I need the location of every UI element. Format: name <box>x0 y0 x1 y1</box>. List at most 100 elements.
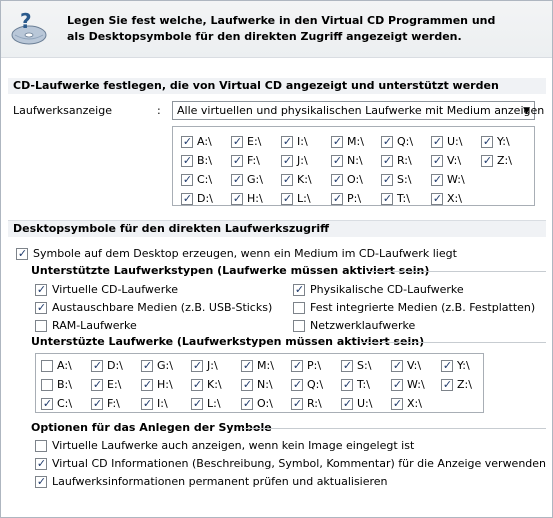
cd-drive-z-checkbox[interactable]: ✓ <box>481 154 493 167</box>
desktop-drive-b-label[interactable]: B:\ <box>57 378 72 392</box>
desktop-drive-w-label[interactable]: W:\ <box>407 378 425 392</box>
desktop-drive-d-label[interactable]: D:\ <box>107 359 123 373</box>
symbol-option-2-label[interactable]: Virtual CD Informationen (Beschreibung, … <box>52 457 546 471</box>
symbol-option-1-label[interactable]: Virtuelle Laufwerke auch anzeigen, wenn … <box>52 439 414 453</box>
desktop-drive-v-label[interactable]: V:\ <box>407 359 421 373</box>
drive-type-ram-laufwerke-label[interactable]: RAM-Laufwerke <box>52 319 137 333</box>
desktop-drive-o-label[interactable]: O:\ <box>257 397 273 411</box>
desktop-drive-j-label[interactable]: J:\ <box>207 359 218 373</box>
desktop-drive-c-checkbox[interactable]: ✓ <box>41 397 53 410</box>
cd-drive-m-label[interactable]: M:\ <box>347 135 364 149</box>
cd-drive-v-label[interactable]: V:\ <box>447 154 461 168</box>
cd-drive-o-checkbox[interactable]: ✓ <box>331 173 343 186</box>
cd-drive-u-checkbox[interactable]: ✓ <box>431 135 443 148</box>
drive-type-virtuelle-cd-laufwerke-checkbox[interactable]: ✓ <box>35 283 47 296</box>
cd-drive-y-checkbox[interactable]: ✓ <box>481 135 493 148</box>
drive-type-fest-integrierte-medien-z-b-festplatten-label[interactable]: Fest integrierte Medien (z.B. Festplatte… <box>310 301 535 315</box>
desktop-drive-q-label[interactable]: Q:\ <box>307 378 323 392</box>
cd-drive-s-label[interactable]: S:\ <box>397 173 411 187</box>
desktop-drive-t-checkbox[interactable]: ✓ <box>341 378 353 391</box>
desktop-drive-z-checkbox[interactable]: ✓ <box>441 378 453 391</box>
cd-drive-u-label[interactable]: U:\ <box>447 135 462 149</box>
desktop-drive-f-checkbox[interactable]: ✓ <box>91 397 103 410</box>
desktop-drive-h-label[interactable]: H:\ <box>157 378 173 392</box>
desktop-drive-i-checkbox[interactable]: ✓ <box>141 397 153 410</box>
desktop-drive-x-checkbox[interactable]: ✓ <box>391 397 403 410</box>
chevron-down-icon[interactable]: ▼ <box>523 105 530 117</box>
desktop-drive-b-checkbox[interactable] <box>41 379 53 391</box>
cd-drive-j-checkbox[interactable]: ✓ <box>281 154 293 167</box>
cd-drive-n-label[interactable]: N:\ <box>347 154 363 168</box>
cd-drive-g-checkbox[interactable]: ✓ <box>231 173 243 186</box>
desktop-drive-x-label[interactable]: X:\ <box>407 397 422 411</box>
desktop-drive-q-checkbox[interactable]: ✓ <box>291 378 303 391</box>
cd-drive-k-label[interactable]: K:\ <box>297 173 312 187</box>
cd-drive-h-label[interactable]: H:\ <box>247 192 263 206</box>
drive-display-dropdown[interactable]: Alle virtuellen und physikalischen Laufw… <box>172 101 544 120</box>
cd-drive-j-label[interactable]: J:\ <box>297 154 308 168</box>
desktop-drive-p-checkbox[interactable]: ✓ <box>291 359 303 372</box>
desktop-drive-y-label[interactable]: Y:\ <box>457 359 470 373</box>
cd-drive-w-checkbox[interactable]: ✓ <box>431 173 443 186</box>
desktop-drive-r-label[interactable]: R:\ <box>307 397 322 411</box>
desktop-drive-s-checkbox[interactable]: ✓ <box>341 359 353 372</box>
cd-drive-p-label[interactable]: P:\ <box>347 192 361 206</box>
cd-drive-a-checkbox[interactable]: ✓ <box>181 135 193 148</box>
cd-drive-r-checkbox[interactable]: ✓ <box>381 154 393 167</box>
symbol-option-3-label[interactable]: Laufwerksinformationen permanent prüfen … <box>52 475 388 489</box>
desktop-drive-u-checkbox[interactable]: ✓ <box>341 397 353 410</box>
desktop-drive-y-checkbox[interactable]: ✓ <box>441 359 453 372</box>
desktop-drive-u-label[interactable]: U:\ <box>357 397 372 411</box>
cd-drive-s-checkbox[interactable]: ✓ <box>381 173 393 186</box>
drive-type-netzwerklaufwerke-checkbox[interactable] <box>293 320 305 332</box>
cd-drive-w-label[interactable]: W:\ <box>447 173 465 187</box>
cd-drive-t-label[interactable]: T:\ <box>397 192 410 206</box>
symbol-option-3-checkbox[interactable]: ✓ <box>35 475 47 488</box>
desktop-drive-z-label[interactable]: Z:\ <box>457 378 472 392</box>
desktop-drive-l-checkbox[interactable]: ✓ <box>191 397 203 410</box>
cd-drive-o-label[interactable]: O:\ <box>347 173 363 187</box>
desktop-drive-a-checkbox[interactable] <box>41 360 53 372</box>
desktop-drive-t-label[interactable]: T:\ <box>357 378 370 392</box>
cd-drive-a-label[interactable]: A:\ <box>197 135 212 149</box>
desktop-drive-k-label[interactable]: K:\ <box>207 378 222 392</box>
drive-type-virtuelle-cd-laufwerke-label[interactable]: Virtuelle CD-Laufwerke <box>52 283 178 297</box>
drive-type-physikalische-cd-laufwerke-checkbox[interactable]: ✓ <box>293 283 305 296</box>
desktop-drive-w-checkbox[interactable]: ✓ <box>391 378 403 391</box>
cd-drive-c-label[interactable]: C:\ <box>197 173 212 187</box>
cd-drive-x-label[interactable]: X:\ <box>447 192 462 206</box>
desktop-drive-e-label[interactable]: E:\ <box>107 378 121 392</box>
cd-drive-e-checkbox[interactable]: ✓ <box>231 135 243 148</box>
drive-type-austauschbare-medien-z-b-usb-sticks-label[interactable]: Austauschbare Medien (z.B. USB-Sticks) <box>52 301 272 315</box>
cd-drive-k-checkbox[interactable]: ✓ <box>281 173 293 186</box>
desktop-drive-k-checkbox[interactable]: ✓ <box>191 378 203 391</box>
desktop-drive-g-checkbox[interactable]: ✓ <box>141 359 153 372</box>
drive-type-netzwerklaufwerke-label[interactable]: Netzwerklaufwerke <box>310 319 415 333</box>
desktop-drive-o-checkbox[interactable]: ✓ <box>241 397 253 410</box>
desktop-drive-n-label[interactable]: N:\ <box>257 378 273 392</box>
desktop-drive-a-label[interactable]: A:\ <box>57 359 72 373</box>
desktop-drive-d-checkbox[interactable]: ✓ <box>91 359 103 372</box>
desktop-drive-m-label[interactable]: M:\ <box>257 359 274 373</box>
cd-drive-d-label[interactable]: D:\ <box>197 192 213 206</box>
cd-drive-t-checkbox[interactable]: ✓ <box>381 192 393 205</box>
drive-type-fest-integrierte-medien-z-b-festplatten-checkbox[interactable] <box>293 302 305 314</box>
desktop-drive-c-label[interactable]: C:\ <box>57 397 72 411</box>
symbol-option-1-checkbox[interactable] <box>35 440 47 452</box>
cd-drive-d-checkbox[interactable]: ✓ <box>181 192 193 205</box>
cd-drive-z-label[interactable]: Z:\ <box>497 154 512 168</box>
desktop-drive-e-checkbox[interactable]: ✓ <box>91 378 103 391</box>
create-desktop-symbols-label[interactable]: Symbole auf dem Desktop erzeugen, wenn e… <box>33 247 457 261</box>
desktop-drive-h-checkbox[interactable]: ✓ <box>141 378 153 391</box>
cd-drive-i-checkbox[interactable]: ✓ <box>281 135 293 148</box>
cd-drive-b-checkbox[interactable]: ✓ <box>181 154 193 167</box>
desktop-drive-i-label[interactable]: I:\ <box>157 397 168 411</box>
cd-drive-q-label[interactable]: Q:\ <box>397 135 413 149</box>
cd-drive-l-checkbox[interactable]: ✓ <box>281 192 293 205</box>
cd-drive-b-label[interactable]: B:\ <box>197 154 212 168</box>
desktop-drive-r-checkbox[interactable]: ✓ <box>291 397 303 410</box>
cd-drive-p-checkbox[interactable]: ✓ <box>331 192 343 205</box>
cd-drive-m-checkbox[interactable]: ✓ <box>331 135 343 148</box>
desktop-drive-s-label[interactable]: S:\ <box>357 359 371 373</box>
desktop-drive-p-label[interactable]: P:\ <box>307 359 321 373</box>
